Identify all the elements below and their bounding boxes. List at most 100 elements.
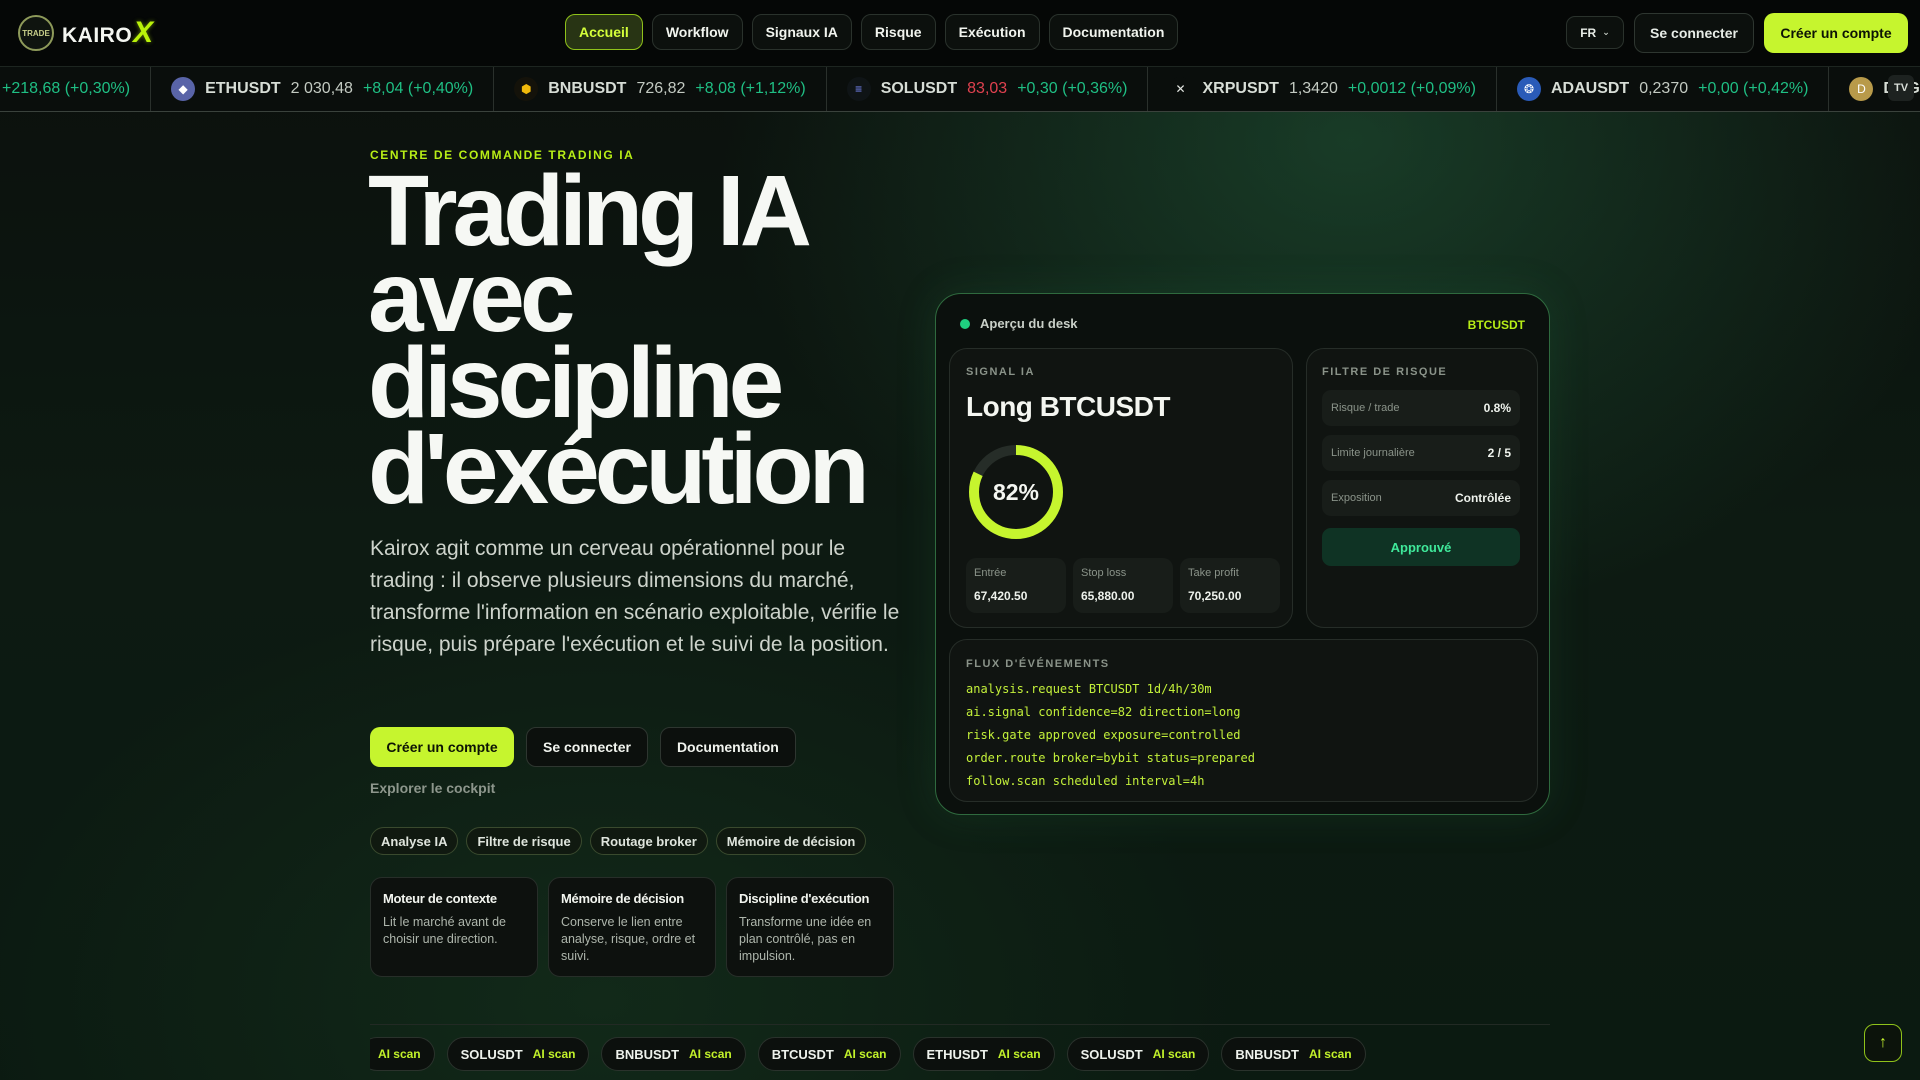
logo-wordmark: KAIROX (62, 16, 154, 49)
ticker-price: 2 030,48 (290, 80, 353, 97)
ticker-symbol: ADAUSDT (1550, 80, 1630, 97)
scan-chip[interactable]: BTCUSDT AI scan (757, 1037, 901, 1071)
hero-description: Kairox agit comme un cerveau opérationne… (370, 537, 900, 656)
hero-title: Trading IA avec discipline d'exécution (368, 155, 870, 525)
ethereum-icon: ◆ (171, 77, 196, 101)
risk-filter-panel: FILTRE DE RISQUE Risque / trade 0.8% Lim… (1306, 348, 1538, 628)
signal-panel: SIGNAL IA Long BTCUSDT 82% Entrée 67,420… (949, 348, 1293, 628)
ticker-item-sol[interactable]: ≡ SOLUSDT 83,03 +0,30 (+0,36%) (825, 67, 1148, 111)
ai-scan-track: TAI scan SOLUSDT AI scan BNBUSDT AI scan B… (370, 1037, 1366, 1071)
signal-label: SIGNAL IA (966, 366, 1035, 378)
scroll-to-top-button[interactable]: ↑ (1864, 1024, 1902, 1062)
tag-filtre-risque: Filtre de risque (466, 827, 582, 855)
scan-symbol: BTCUSDT (771, 1046, 834, 1062)
scan-label: AI scan (997, 1047, 1041, 1061)
hero-docs-button[interactable]: Documentation (659, 727, 796, 767)
chevron-down-icon: ⌄ (1602, 27, 1610, 37)
login-button[interactable]: Se connecter (1634, 13, 1754, 53)
scan-label: AI scan (689, 1047, 732, 1061)
level-take-profit: Take profit 70,250.00 (1180, 558, 1280, 613)
tag-analyse-ia: Analyse IA (370, 827, 459, 855)
signup-button[interactable]: Créer un compte (1764, 13, 1908, 53)
scan-symbol: SOLUSDT (1080, 1046, 1143, 1062)
ticker-symbol: SOLUSDT (880, 80, 958, 97)
explore-cockpit-link[interactable]: Explorer le cockpit (370, 780, 495, 796)
ticker-symbol: BNBUSDT (548, 80, 627, 97)
tag-routage-broker: Routage broker (589, 827, 708, 855)
ticker-change: +218,68 (+0,30%) (2, 80, 131, 97)
feature-title: Moteur de contexte (383, 891, 497, 906)
scan-label: AI scan (1152, 1047, 1196, 1061)
solana-icon: ≡ (846, 77, 871, 101)
create-account-button[interactable]: Créer un compte (370, 727, 514, 767)
main-menu: Accueil Workflow Signaux IA Risque Exécu… (565, 14, 1179, 50)
desk-pair: BTCUSDT (1467, 318, 1525, 332)
language-value: FR (1580, 25, 1597, 40)
hero-cta-row: Créer un compte Se connecter Documentati… (370, 727, 796, 767)
feature-description: Lit le marché avant de choisir une direc… (383, 915, 506, 946)
scan-symbol: BNBUSDT (615, 1046, 680, 1062)
event-line: ai.signal confidence=82 direction=long (966, 705, 1241, 719)
nav-item-accueil[interactable]: Accueil (565, 14, 643, 50)
ticker-change: +0,0012 (+0,09%) (1347, 80, 1476, 97)
scan-label: AI scan (1308, 1047, 1352, 1061)
feature-card: Discipline d'exécution Transforme une id… (726, 877, 894, 977)
scan-symbol: ETHUSDT (926, 1046, 988, 1062)
scan-chip[interactable]: TAI scan (370, 1037, 435, 1071)
ticker-item-btc[interactable]: +218,68 (+0,30%) (0, 67, 150, 111)
ticker-symbol: ETHUSDT (205, 80, 281, 97)
scan-chip[interactable]: SOLUSDT AI scan (1066, 1037, 1210, 1071)
risk-value: 0.8% (1483, 401, 1511, 415)
risk-row-per-trade: Risque / trade 0.8% (1322, 390, 1520, 426)
scan-label: AI scan (377, 1047, 421, 1061)
ticker-change: +8,08 (+1,12%) (695, 80, 806, 97)
feature-card: Moteur de contexte Lit le marché avant d… (370, 877, 538, 977)
ticker-change: +0,30 (+0,36%) (1017, 80, 1128, 97)
status-dot-icon (960, 318, 970, 329)
scan-symbol: BNBUSDT (1235, 1046, 1299, 1062)
hero-login-button[interactable]: Se connecter (526, 727, 648, 767)
nav-item-risque[interactable]: Risque (860, 14, 936, 50)
logo-badge-icon: TRADE (18, 15, 54, 51)
risk-value: Contrôlée (1454, 491, 1511, 505)
scan-chip[interactable]: BNBUSDT AI scan (1221, 1037, 1366, 1071)
risk-row-daily-limit: Limite journalière 2 / 5 (1322, 435, 1520, 471)
scan-label: AI scan (532, 1047, 576, 1061)
kairox-logo[interactable]: TRADE KAIROX (18, 15, 154, 51)
ticker-price: 726,82 (636, 80, 686, 97)
feature-title: Mémoire de décision (561, 891, 684, 906)
ticker-item-ada[interactable]: ❂ ADAUSDT 0,2370 +0,00 (+0,42%) (1495, 67, 1828, 111)
nav-item-execution[interactable]: Exécution (944, 14, 1040, 50)
event-line: analysis.request BTCUSDT 1d/4h/30m (966, 682, 1212, 696)
level-label: Entrée (974, 567, 1007, 579)
level-value: 67,420.50 (974, 589, 1028, 603)
desk-preview-card: Aperçu du desk BTCUSDT SIGNAL IA Long BT… (935, 293, 1550, 815)
ticker-price: 1,3420 (1288, 80, 1338, 97)
feature-description: Conserve le lien entre analyse, risque, … (561, 915, 696, 963)
nav-item-workflow[interactable]: Workflow (651, 14, 743, 50)
risk-value: 2 / 5 (1487, 446, 1511, 460)
event-flow-panel: FLUX D'ÉVÉNEMENTS analysis.request BTCUS… (949, 639, 1538, 802)
risk-key: Limite journalière (1331, 447, 1415, 459)
feature-tags: Analyse IA Filtre de risque Routage brok… (370, 827, 867, 855)
scan-chip[interactable]: ETHUSDT AI scan (912, 1037, 1055, 1071)
ticker-change: +0,00 (+0,42%) (1698, 80, 1809, 97)
ticker-item-eth[interactable]: ◆ ETHUSDT 2 030,48 +8,04 (+0,40%) (150, 67, 493, 111)
nav-item-signaux-ia[interactable]: Signaux IA (751, 14, 852, 50)
feature-title: Discipline d'exécution (739, 891, 870, 906)
scan-chip[interactable]: BNBUSDT AI scan (601, 1037, 746, 1071)
tradingview-logo-icon[interactable]: TV (1888, 75, 1914, 101)
risk-key: Risque / trade (1331, 402, 1400, 414)
ticker-price: 0,2370 (1639, 80, 1689, 97)
event-log: analysis.request BTCUSDT 1d/4h/30m ai.si… (966, 678, 1255, 793)
xrp-icon: ✕ (1168, 77, 1193, 101)
ticker-item-xrp[interactable]: ✕ XRPUSDT 1,3420 +0,0012 (+0,09%) (1147, 67, 1495, 111)
scan-label: AI scan (843, 1047, 887, 1061)
language-select[interactable]: FR ⌄ (1566, 16, 1624, 49)
scan-chip[interactable]: SOLUSDT AI scan (446, 1037, 590, 1071)
section-divider (370, 1024, 1550, 1025)
top-navbar: TRADE KAIROX Accueil Workflow Signaux IA… (0, 0, 1920, 67)
nav-item-documentation[interactable]: Documentation (1048, 14, 1179, 50)
ticker-item-bnb[interactable]: ⬢ BNBUSDT 726,82 +8,08 (+1,12%) (493, 67, 825, 111)
level-value: 70,250.00 (1188, 589, 1242, 603)
